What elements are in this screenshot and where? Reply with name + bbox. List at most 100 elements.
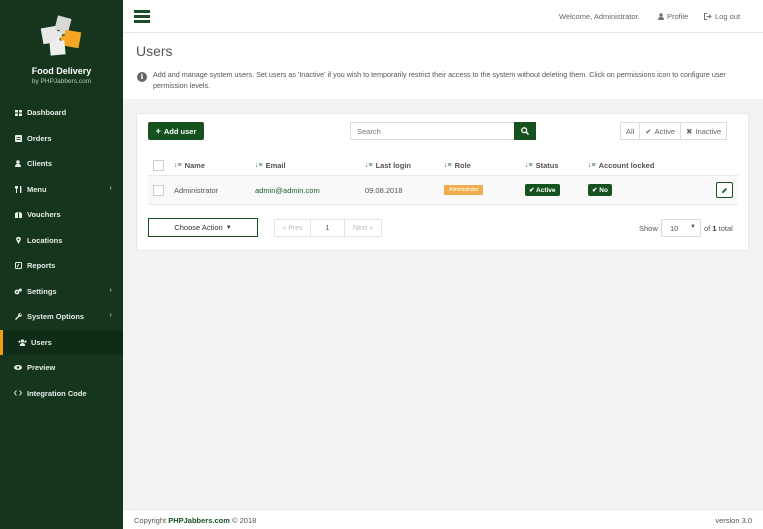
pencil-icon — [722, 187, 727, 193]
sidebar-item-clients[interactable]: Clients — [0, 151, 123, 177]
column-header-status[interactable]: ↓≡ Status — [525, 156, 559, 175]
sidebar-item-orders[interactable]: Orders — [0, 126, 123, 152]
page-number-input[interactable]: 1 — [311, 220, 345, 236]
total-label: total — [718, 224, 733, 233]
column-header-last-login[interactable]: ↓≡ Last login — [365, 156, 411, 175]
sidebar-item-label: Reports — [27, 261, 56, 271]
sidebar-item-users[interactable]: Users — [0, 329, 123, 355]
caret-down-icon: ▼ — [690, 224, 696, 230]
locked-badge[interactable]: ✔ No — [588, 184, 612, 196]
info-icon: i — [137, 72, 147, 82]
copyright-suffix: © 2018 — [232, 516, 257, 525]
next-label: Next » — [352, 224, 374, 232]
role-badge: Administrator — [444, 185, 484, 195]
copyright: Copyright PHPJabbers.com © 2018 — [134, 516, 256, 525]
sidebar-item-integration-code[interactable]: Integration Code — [0, 381, 123, 407]
page-title: Users — [136, 43, 173, 59]
users-table: ↓≡ Name ↓≡ Email ↓≡ Last login ↓≡ Role ↓≡ Sta… — [148, 156, 738, 205]
sort-icon: ↓≡ — [174, 162, 182, 169]
sidebar-item-label: Menu — [27, 184, 47, 194]
sidebar-item-preview[interactable]: Preview — [0, 355, 123, 381]
total-count: of 1 total — [704, 224, 733, 233]
column-header-role[interactable]: ↓≡ Role — [444, 156, 471, 175]
sort-icon: ↓≡ — [444, 162, 452, 169]
sidebar-item-label: Users — [31, 337, 52, 347]
column-header-email[interactable]: ↓≡ Email — [255, 156, 286, 175]
filter-all-label: All — [626, 126, 635, 136]
next-page-button[interactable]: Next » — [345, 220, 381, 236]
filter-all-button[interactable]: All — [621, 123, 641, 139]
close-icon: ✖ — [686, 126, 693, 136]
gear-icon — [13, 288, 23, 295]
of-label: of — [704, 224, 711, 233]
row-checkbox[interactable] — [153, 184, 164, 196]
map-marker-icon — [13, 236, 23, 244]
sidebar-item-label: Orders — [27, 133, 52, 143]
chevron-left-icon: ‹ — [109, 286, 112, 294]
profile-link[interactable]: Profile — [658, 12, 688, 21]
per-page-select[interactable]: 10 ▼ — [661, 219, 701, 237]
sort-icon: ↓≡ — [525, 162, 533, 169]
user-last-login: 09.08.2018 — [365, 185, 403, 195]
filter-active-button[interactable]: ✔ Active — [640, 123, 682, 139]
filter-inactive-button[interactable]: ✖ Inactive — [681, 123, 726, 139]
search-input[interactable] — [350, 122, 515, 140]
choose-action-dropdown[interactable]: Choose Action ▼ — [148, 218, 258, 237]
orders-icon — [13, 134, 23, 142]
cutlery-icon — [13, 185, 23, 193]
sidebar-nav: Dashboard Orders Clients Menu ‹ Vouchers… — [0, 100, 123, 406]
column-header-account-locked[interactable]: ↓≡ Account locked — [588, 156, 654, 175]
add-user-button[interactable]: + Add user — [148, 122, 204, 140]
brand-title: Food Delivery — [31, 66, 92, 76]
status-badge[interactable]: ✔ Active — [525, 184, 560, 196]
total-number: 1 — [712, 224, 717, 233]
hamburger-menu-icon[interactable] — [134, 10, 150, 23]
filter-inactive-label: Inactive — [695, 126, 722, 136]
edit-user-button[interactable] — [716, 182, 733, 198]
caret-down-icon: ▼ — [225, 224, 232, 231]
per-page-value: 10 — [670, 223, 679, 233]
plus-icon: + — [155, 126, 161, 136]
users-icon — [17, 339, 27, 346]
sidebar-item-settings[interactable]: Settings ‹ — [0, 279, 123, 305]
logout-label: Log out — [715, 12, 741, 21]
check-icon: ✔ — [645, 126, 652, 136]
sidebar-item-label: Clients — [27, 159, 53, 169]
sidebar-item-label: Dashboard — [27, 108, 67, 118]
sidebar-item-menu[interactable]: Menu ‹ — [0, 177, 123, 203]
locked-label: No — [599, 187, 608, 194]
page-header: Users i Add and manage system users. Set… — [123, 33, 763, 99]
logout-icon — [704, 13, 712, 20]
copyright-link[interactable]: PHPJabbers.com — [168, 516, 230, 525]
sidebar-item-locations[interactable]: Locations — [0, 228, 123, 254]
select-all-checkbox[interactable] — [153, 160, 164, 171]
page-number: 1 — [325, 224, 330, 232]
chevron-left-icon: ‹ — [109, 312, 112, 319]
user-icon — [13, 160, 23, 168]
code-icon — [13, 390, 23, 397]
column-header-name[interactable]: ↓≡ Name — [174, 156, 205, 175]
topbar: Welcome, Administrator. Profile Log out — [123, 0, 763, 33]
status-filter-group: All ✔ Active ✖ Inactive — [620, 122, 728, 140]
sort-icon: ↓≡ — [588, 162, 596, 169]
chevron-left-icon: ‹ — [109, 184, 112, 192]
status-label: Active — [536, 187, 556, 194]
prev-page-button[interactable]: « Prev — [275, 220, 311, 236]
logout-link[interactable]: Log out — [704, 12, 740, 21]
reports-icon — [13, 262, 23, 270]
user-email[interactable]: admin@admin.com — [255, 176, 320, 204]
header-label: Last login — [375, 161, 412, 170]
sidebar-item-reports[interactable]: Reports — [0, 253, 123, 279]
copyright-prefix: Copyright — [134, 516, 167, 525]
wrench-icon — [13, 313, 23, 321]
header-label: Name — [184, 161, 206, 170]
sort-icon: ↓≡ — [255, 162, 263, 169]
sidebar-item-vouchers[interactable]: Vouchers — [0, 202, 123, 228]
sidebar-item-dashboard[interactable]: Dashboard — [0, 100, 123, 126]
choose-action-label: Choose Action — [174, 223, 223, 232]
brand-subtitle: by PHPJabbers.com — [31, 78, 92, 85]
search-button[interactable] — [514, 122, 536, 140]
check-icon: ✔ — [529, 187, 537, 194]
header-label: Account locked — [598, 161, 655, 170]
sidebar-item-system-options[interactable]: System Options ‹ — [0, 304, 123, 330]
